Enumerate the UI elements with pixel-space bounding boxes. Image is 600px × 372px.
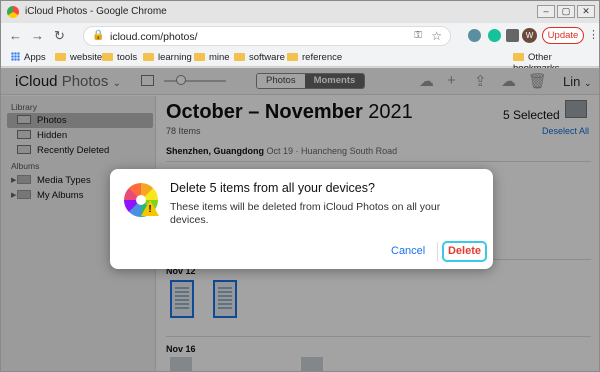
folder-icon [194, 53, 205, 61]
browser-window: iCloud Photos - Google Chrome – ▢ ✕ ← → … [0, 0, 600, 372]
folder-icon [513, 53, 524, 61]
cancel-button[interactable]: Cancel [391, 245, 425, 257]
bookmark-website[interactable]: website [55, 52, 102, 63]
bookmark-software[interactable]: software [234, 52, 285, 63]
bookmarks-bar: Apps website tools learning mine softwar… [1, 49, 599, 74]
folder-icon [287, 53, 298, 61]
browser-toolbar: ← → ↻ 🔒 icloud.com/photos/ ⚿ ☆ W Update … [1, 23, 599, 49]
apps-grid-icon [11, 52, 20, 61]
back-icon[interactable]: ← [9, 28, 22, 43]
window-title: iCloud Photos - Google Chrome [25, 6, 167, 17]
delete-button[interactable]: Delete [442, 241, 487, 262]
dialog-message: These items will be deleted from iCloud … [170, 201, 441, 226]
url-text[interactable]: icloud.com/photos/ [110, 31, 198, 43]
address-bar[interactable]: 🔒 icloud.com/photos/ ⚿ ☆ [83, 26, 451, 46]
title-bar: iCloud Photos - Google Chrome – ▢ ✕ [1, 1, 599, 23]
dialog-title: Delete 5 items from all your devices? [170, 181, 375, 195]
extension-icon[interactable] [468, 29, 481, 42]
folder-icon [234, 53, 245, 61]
lock-icon: 🔒 [92, 30, 105, 41]
close-button[interactable]: ✕ [577, 5, 595, 18]
bookmark-tools[interactable]: tools [102, 52, 137, 63]
bookmark-learning[interactable]: learning [143, 52, 192, 63]
folder-icon [143, 53, 154, 61]
update-button[interactable]: Update [542, 27, 584, 44]
reload-icon[interactable]: ↻ [54, 28, 65, 44]
apps-bookmark[interactable]: Apps [11, 52, 46, 63]
folder-icon [55, 53, 66, 61]
bookmark-mine[interactable]: mine [194, 52, 230, 63]
folder-icon [102, 53, 113, 61]
bookmark-star-icon[interactable]: ☆ [431, 29, 442, 43]
extensions-puzzle-icon[interactable] [506, 29, 519, 42]
maximize-button[interactable]: ▢ [557, 5, 575, 18]
bookmark-reference[interactable]: reference [287, 52, 342, 63]
minimize-button[interactable]: – [537, 5, 555, 18]
grammarly-icon[interactable] [488, 29, 501, 42]
forward-icon[interactable]: → [31, 28, 44, 43]
warning-mark: ! [148, 204, 152, 215]
profile-avatar[interactable]: W [522, 28, 537, 43]
delete-confirmation-dialog: ! Delete 5 items from all your devices? … [110, 169, 493, 269]
key-icon[interactable]: ⚿ [414, 30, 422, 41]
chrome-menu-icon[interactable]: ⋮ [588, 28, 599, 41]
icloud-favicon-icon [7, 6, 19, 18]
button-divider [437, 242, 438, 262]
